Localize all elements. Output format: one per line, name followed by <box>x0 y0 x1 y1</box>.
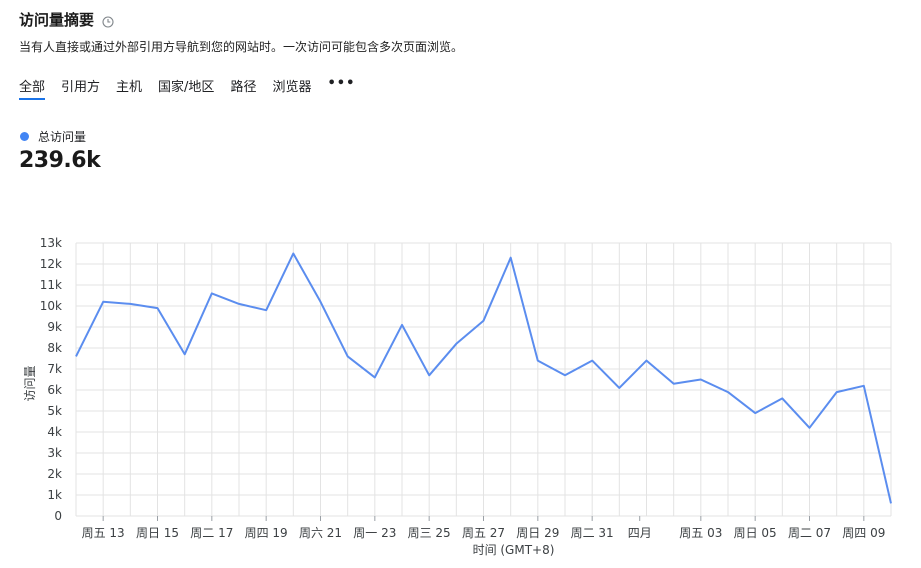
y-tick-label: 3k <box>47 446 62 460</box>
data-point <box>698 377 704 383</box>
data-point <box>562 372 568 378</box>
x-tick-label: 周四 19 <box>245 526 288 540</box>
data-point <box>589 358 595 364</box>
x-tick-label: 周一 23 <box>353 526 396 540</box>
x-tick-label: 周四 09 <box>842 526 885 540</box>
y-tick-label: 1k <box>47 488 62 502</box>
data-point <box>372 374 378 380</box>
visits-line-chart: 0 1k 2k 3k 4k 5k 6k 7k 8k 9k 10k 11k 12k 13k 周五 13 周日 1… <box>23 236 894 557</box>
y-tick-label: 9k <box>47 320 62 334</box>
y-tick-label: 6k <box>47 383 62 397</box>
x-tick-label: 周五 03 <box>679 526 722 540</box>
data-point <box>834 389 840 395</box>
x-tick-label: 周五 13 <box>82 526 125 540</box>
data-point <box>725 389 731 395</box>
x-tick-label: 周五 27 <box>462 526 505 540</box>
x-tick-label: 周日 05 <box>734 526 777 540</box>
data-point <box>290 251 296 257</box>
x-tick-label: 周六 21 <box>299 526 342 540</box>
data-point <box>779 395 785 401</box>
data-point <box>752 410 758 416</box>
y-tick-label: 8k <box>47 341 62 355</box>
data-point <box>73 353 79 359</box>
y-tick-label: 10k <box>40 299 62 313</box>
y-axis-label: 访问量 <box>23 365 37 401</box>
x-tick-label: 周日 29 <box>516 526 559 540</box>
y-tick-label: 2k <box>47 467 62 481</box>
y-tick-label: 0 <box>54 509 62 523</box>
data-point <box>508 255 514 261</box>
data-point <box>182 351 188 357</box>
y-tick-label: 7k <box>47 362 62 376</box>
data-point <box>155 305 161 311</box>
data-point <box>535 358 541 364</box>
data-point <box>453 341 459 347</box>
data-point <box>671 381 677 387</box>
data-point <box>616 385 622 391</box>
x-tick-label: 四月 <box>628 526 652 540</box>
y-tick-label: 4k <box>47 425 62 439</box>
data-point <box>426 372 432 378</box>
y-tick-label: 11k <box>40 278 62 292</box>
data-point <box>644 358 650 364</box>
x-tick-label: 周二 07 <box>788 526 831 540</box>
x-axis-label: 时间 (GMT+8) <box>473 543 555 557</box>
x-tick-label: 周三 25 <box>408 526 451 540</box>
x-tick-label: 周二 17 <box>190 526 233 540</box>
y-tick-label: 13k <box>40 236 62 250</box>
y-tick-label: 12k <box>40 257 62 271</box>
x-tick-label: 周二 31 <box>571 526 614 540</box>
data-point <box>236 301 242 307</box>
x-tick-label: 周日 15 <box>136 526 179 540</box>
y-tick-label: 5k <box>47 404 62 418</box>
data-point <box>263 307 269 313</box>
data-point <box>399 322 405 328</box>
data-point <box>209 290 215 296</box>
data-point <box>127 301 133 307</box>
data-point <box>807 425 813 431</box>
data-point <box>100 299 106 305</box>
data-point <box>861 383 867 389</box>
data-point <box>318 299 324 305</box>
data-point <box>345 353 351 359</box>
data-point <box>888 500 894 506</box>
data-point <box>481 318 487 324</box>
